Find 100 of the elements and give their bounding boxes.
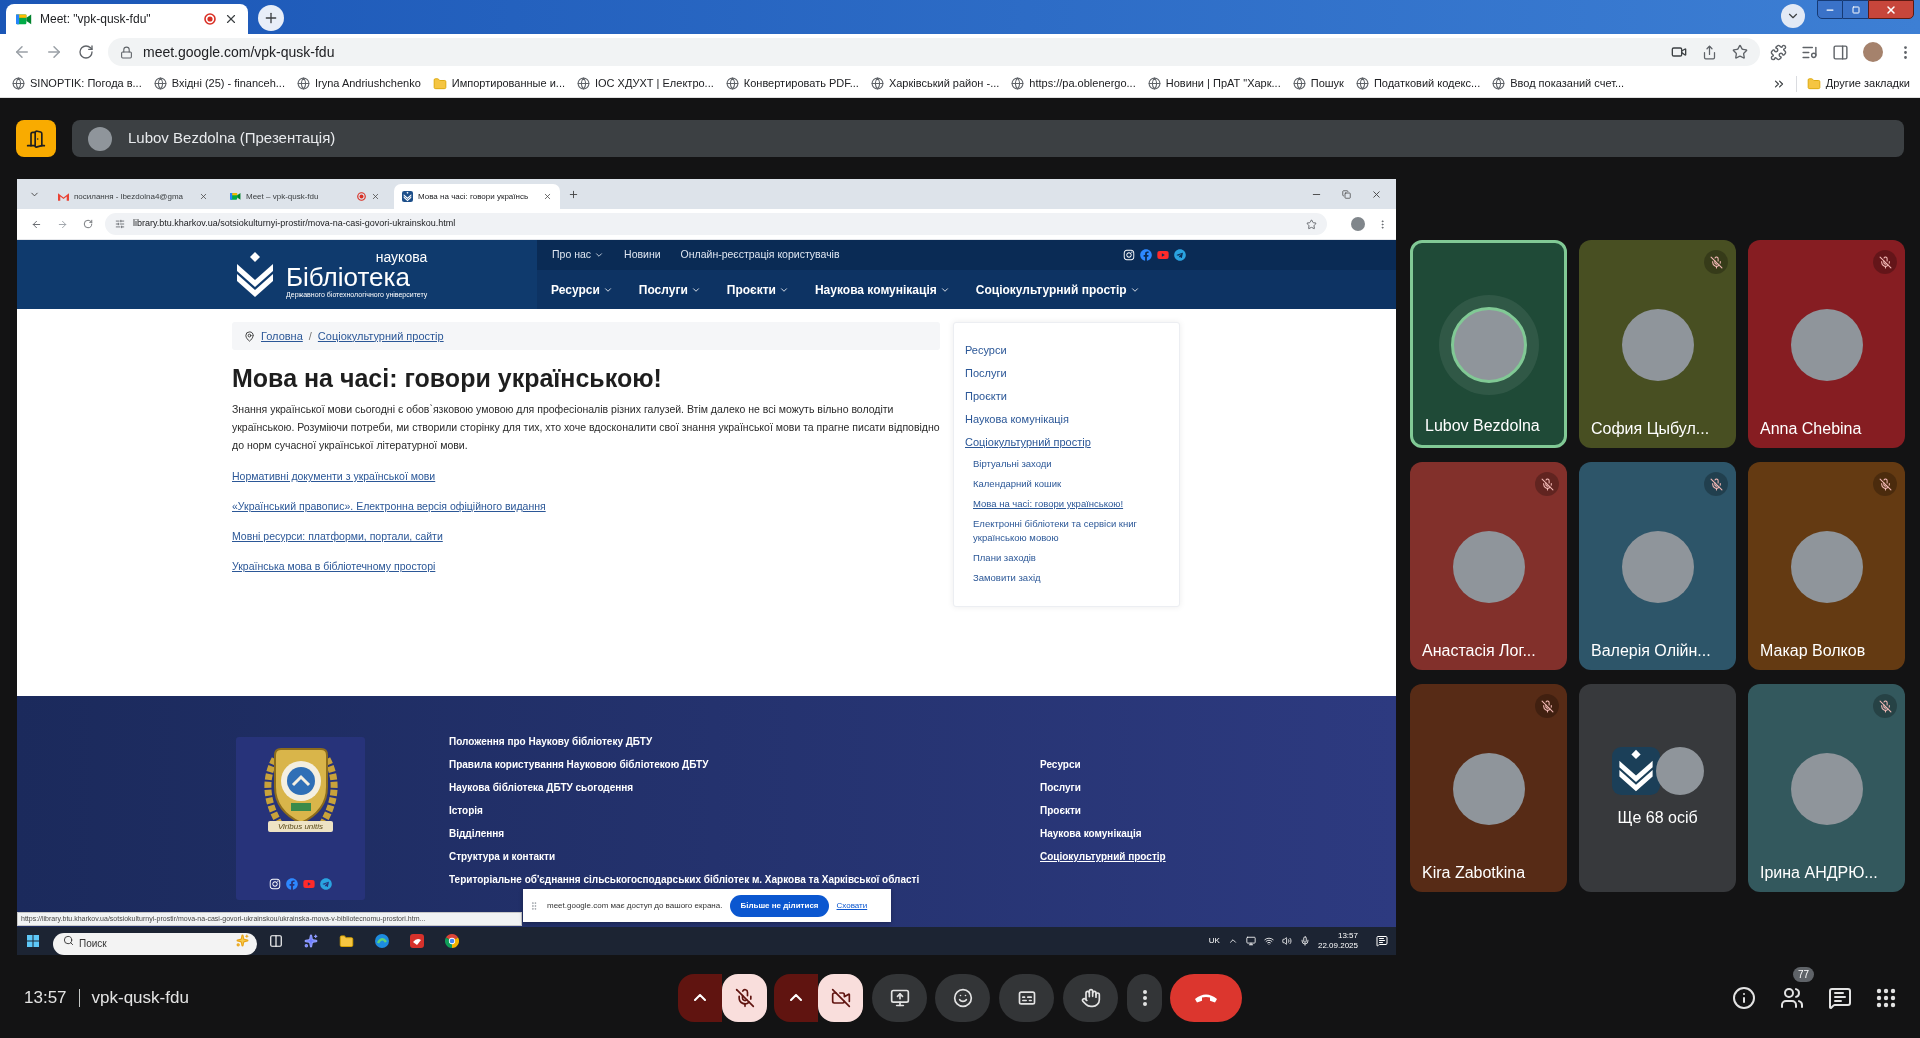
raise-hand-button[interactable] (1063, 973, 1118, 1022)
nav-link[interactable]: Проєкти (726, 280, 789, 299)
bookmark[interactable]: Импортированные и... (432, 75, 565, 92)
chevron-up-icon[interactable] (1227, 936, 1238, 946)
footer-link[interactable]: Положення про Наукову бібліотеку ДБТУ (449, 735, 653, 749)
people-icon[interactable] (1780, 985, 1804, 1010)
instagram-icon[interactable] (269, 878, 281, 890)
youtube-icon[interactable] (303, 878, 315, 890)
breadcrumb-link[interactable]: Головна (261, 327, 303, 345)
app-logo-icon[interactable] (410, 934, 424, 948)
sidebar-link[interactable]: Послуги (965, 362, 1007, 385)
browser-tab[interactable]: Meet: "vpk-qusk-fdu" (6, 4, 248, 34)
chevron-down-icon[interactable] (1781, 4, 1805, 28)
browser-tab[interactable]: посилання - lbezdolna4@gma (50, 184, 216, 209)
footer-link[interactable]: Історія (449, 804, 483, 818)
avatar-placeholder[interactable] (1863, 42, 1883, 62)
info-icon[interactable] (1732, 985, 1756, 1010)
instagram-icon[interactable] (1123, 249, 1135, 261)
bookmark[interactable]: SINOPTIK: Погода в... (12, 75, 142, 92)
sidebar-link[interactable]: Ресурси (965, 339, 1007, 362)
facebook-icon[interactable] (1140, 249, 1152, 261)
bookmark[interactable]: Iryna Andriushchenko (297, 75, 421, 92)
nav-link[interactable]: Про нас (552, 247, 605, 263)
close-icon[interactable] (224, 12, 238, 26)
telegram-icon[interactable] (320, 878, 332, 890)
bookmark[interactable]: https://pa.oblenergo... (1011, 75, 1136, 92)
address-bar[interactable]: library.btu.kharkov.ua/sotsiokulturnyi-prostir/mova-na-casi-govori-ukrainskou.html (105, 213, 1327, 235)
nav-link[interactable]: Ресурси (551, 280, 613, 299)
avatar-placeholder[interactable] (1351, 217, 1365, 231)
participant-tile[interactable]: Анастасія Лог... (1410, 462, 1567, 670)
participant-tile[interactable]: Anna Chebina (1748, 240, 1905, 448)
sidebar-link[interactable]: Проєкти (965, 385, 1007, 408)
nav-link[interactable]: Соціокультурний простір (975, 280, 1140, 299)
address-bar[interactable]: meet.google.com/vpk-qusk-fdu (108, 38, 1760, 66)
split-window-icon[interactable] (269, 934, 283, 948)
sidebar-sublink[interactable]: Плани заходів (973, 551, 1036, 565)
footer-link[interactable]: Структура и контакти (449, 850, 556, 864)
puzzle-icon[interactable] (1770, 43, 1787, 61)
nav-link[interactable]: Новини (624, 247, 661, 263)
restore-icon[interactable] (1342, 189, 1351, 199)
browser-tab[interactable]: Мова на часі: говори українсь (394, 184, 560, 209)
camera-button[interactable] (818, 973, 863, 1022)
swirl-logo-icon[interactable] (375, 934, 389, 948)
participant-tile[interactable]: Ще 68 осіб (1579, 684, 1736, 892)
sidebar-sublink[interactable]: Мова на часі: говори українською! (973, 497, 1124, 511)
door-icon[interactable] (16, 120, 56, 157)
youtube-icon[interactable] (1157, 249, 1169, 261)
close-icon[interactable] (1868, 0, 1914, 19)
nav-link[interactable]: Наукова комунікація (814, 280, 950, 299)
footer-menu-link[interactable]: Послуги (1040, 781, 1081, 795)
close-icon[interactable] (1371, 188, 1382, 200)
sidebar-sublink[interactable]: Календарний кошик (973, 477, 1062, 491)
sidebar-sublink[interactable]: Електронні бібліотеки та сервіси книг українською мовою (973, 517, 1168, 545)
sidebar-sublink[interactable]: Замовити захід (973, 571, 1041, 585)
plus-icon[interactable] (258, 5, 284, 31)
breadcrumb-link[interactable]: Соціокультурний простір (317, 327, 444, 345)
page-link[interactable]: Мовні ресурси: платформи, портали, сайти (232, 529, 443, 543)
side-panel-icon[interactable] (1832, 43, 1849, 61)
nav-link[interactable]: Послуги (638, 280, 701, 299)
bookmark[interactable]: Конвертировать PDF... (725, 75, 859, 92)
squares-logo-icon[interactable] (27, 935, 39, 947)
chat-icon[interactable] (1828, 985, 1852, 1010)
participant-tile[interactable]: Макар Волков (1748, 462, 1905, 670)
stop-sharing-button[interactable]: Більше не ділитися (730, 894, 829, 917)
sidebar-link[interactable]: Соціокультурний простір (965, 431, 1091, 454)
leave-call-button[interactable] (1170, 973, 1242, 1022)
participant-tile[interactable]: Ірина АНДРЮ... (1748, 684, 1905, 892)
search-field[interactable]: Поиск (53, 932, 257, 955)
telegram-icon[interactable] (1174, 249, 1186, 261)
speaker-icon[interactable] (1281, 936, 1292, 946)
folder-icon[interactable] (339, 933, 354, 949)
participant-tile[interactable]: Kira Zabotkina (1410, 684, 1567, 892)
bookmark[interactable]: ІОС ХДУХТ | Електро... (577, 75, 714, 92)
monitor-icon[interactable] (1245, 936, 1256, 946)
footer-menu-link[interactable]: Ресурси (1040, 758, 1081, 772)
footer-link[interactable]: Територіальне об'єднання сільськогосподарських бібліотек м. Харкова та Харківської області (449, 873, 920, 887)
star-icon[interactable] (1306, 218, 1317, 230)
message-icon[interactable] (1376, 935, 1388, 947)
bookmark[interactable]: Новини | ПрАТ "Харк... (1147, 75, 1281, 92)
video-camera-icon[interactable] (1671, 44, 1687, 60)
bookmark[interactable]: Другие закладки (1806, 75, 1910, 92)
sidebar-sublink[interactable]: Віртуальні заходи (973, 457, 1052, 471)
footer-menu-link[interactable]: Проєкти (1040, 804, 1081, 818)
dots-grid-icon[interactable] (1876, 987, 1896, 1008)
minimize-icon[interactable] (1817, 0, 1843, 19)
present-button[interactable] (872, 973, 927, 1022)
bookmark[interactable]: Податковий кодекс... (1355, 75, 1481, 92)
footer-link[interactable]: Наукова бібліотека ДБТУ сьогодення (449, 781, 634, 795)
participant-tile[interactable]: Валерія Олійн... (1579, 462, 1736, 670)
star-icon[interactable] (1732, 44, 1748, 60)
microphone-icon[interactable] (1299, 936, 1310, 946)
sparkles-icon[interactable] (304, 934, 318, 948)
footer-link[interactable]: Правила користування Науковою бібліотекою ДБТУ (449, 758, 709, 772)
hide-link[interactable]: Сховати (836, 899, 868, 912)
circle-logo-icon[interactable] (445, 934, 459, 948)
plus-icon[interactable] (568, 188, 579, 200)
maximize-icon[interactable] (1843, 0, 1868, 19)
bookmark[interactable]: Ввод показаний счет... (1492, 75, 1625, 92)
facebook-icon[interactable] (286, 878, 298, 890)
nav-link[interactable]: Онлайн-реєстрація користувачів (680, 247, 840, 263)
